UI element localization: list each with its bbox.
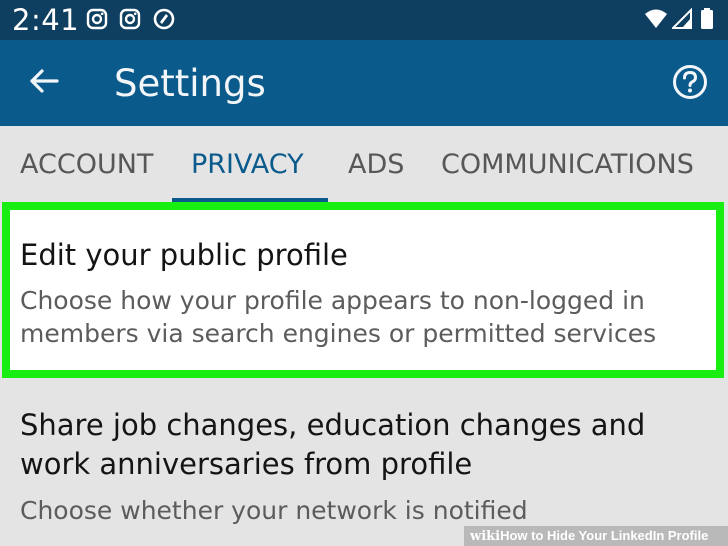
battery-icon [700,8,722,30]
status-time: 2:41 [12,3,80,37]
status-bar: 2:41 [0,0,728,40]
arrow-left-icon [29,68,59,99]
app-bar: Settings [0,40,728,126]
settings-item-subtitle: Choose how your profile appears to non-l… [20,286,645,315]
back-button[interactable] [20,60,68,106]
instagram-icon [119,8,141,30]
watermark-text: How to Hide Your LinkedIn Profile [500,528,709,543]
tab-communications[interactable]: COMMUNICATIONS [441,148,694,182]
settings-item-title: work anniversaries from profile [20,447,473,481]
wifi-icon [644,8,667,30]
at-sign-icon [153,8,175,30]
settings-item-subtitle: Choose whether your network is notified [20,496,528,525]
page-title: Settings [114,62,266,105]
help-button[interactable] [670,64,710,104]
tab-account[interactable]: ACCOUNT [20,148,153,182]
watermark-brand: wiki [470,529,501,544]
settings-item-title: Edit your public profile [20,238,348,272]
tab-ads[interactable]: ADS [348,148,404,182]
settings-item-title: Share job changes, education changes and [20,408,646,442]
tab-privacy[interactable]: PRIVACY [191,148,304,182]
signal-icon [670,7,694,30]
wikihow-watermark: wikiHow to Hide Your LinkedIn Profile [464,526,728,546]
tab-strip: ACCOUNT PRIVACY ADS COMMUNICATIONS [0,126,728,202]
settings-item-share-job-changes[interactable]: Share job changes, education changes and… [0,380,728,546]
help-circle-icon [672,64,708,105]
settings-item-subtitle: members via search engines or permitted … [20,319,657,348]
instagram-icon [86,8,108,30]
settings-item-edit-public-profile[interactable]: Edit your public profile Choose how your… [2,202,724,378]
